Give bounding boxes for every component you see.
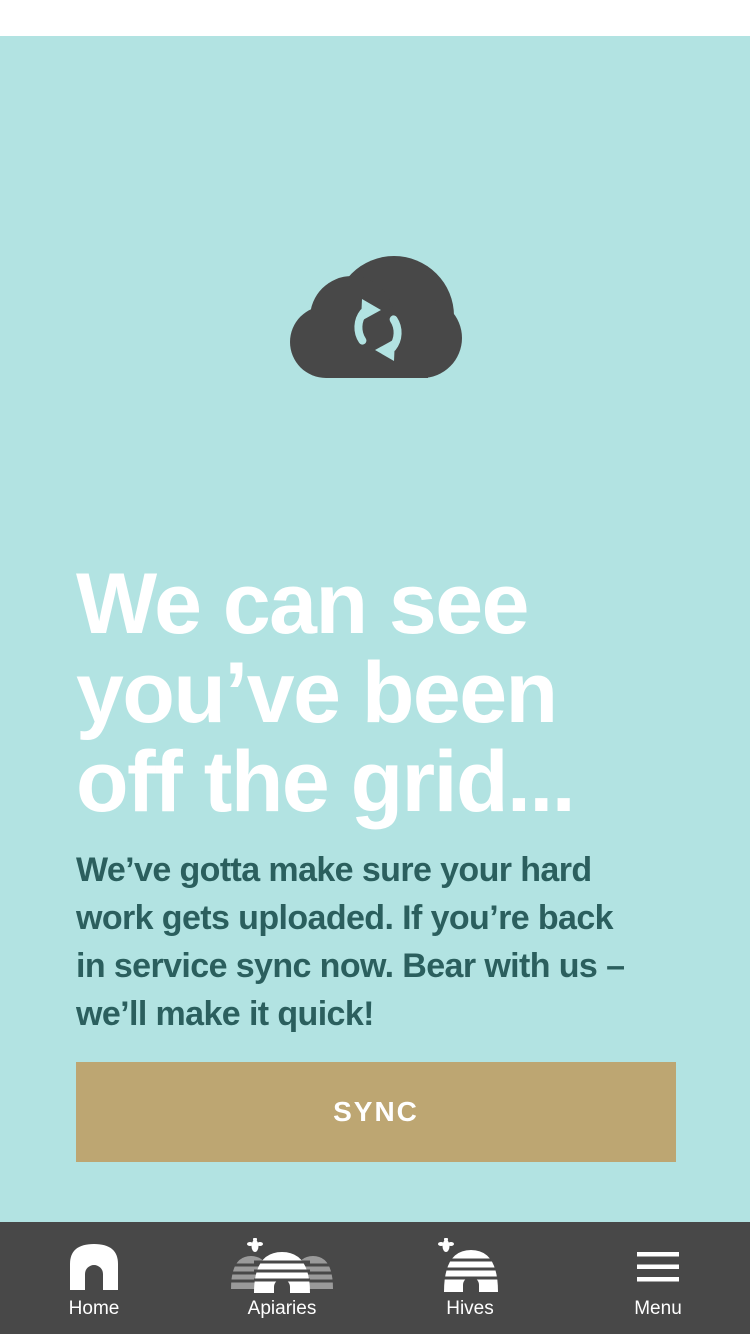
offline-sync-screen: We can see you’ve been off the grid... We’… [0, 36, 750, 1222]
headline-line: off the grid... [76, 734, 576, 830]
sync-button[interactable]: SYNC [76, 1062, 676, 1162]
description-line: in service sync now. Bear with us – [76, 947, 625, 985]
tab-hives[interactable]: Hives [376, 1222, 564, 1334]
headline-line: you’ve been [76, 645, 558, 741]
description-line: we’ll make it quick! [76, 995, 374, 1033]
tab-menu[interactable]: Menu [564, 1222, 750, 1334]
description-line: work gets uploaded. If you’re back [76, 899, 614, 937]
headline-line: We can see [76, 556, 529, 652]
tab-label-home: Home [68, 1298, 120, 1319]
tab-label-menu: Menu [634, 1298, 682, 1319]
home-icon [70, 1244, 118, 1290]
bottom-tab-bar: Home Apiaries Hives Menu [0, 1222, 750, 1334]
hive-icon [438, 1238, 498, 1292]
menu-icon [637, 1252, 679, 1282]
cloud-sync-icon [290, 256, 462, 378]
apiaries-icon [231, 1238, 333, 1293]
description-line: We’ve gotta make sure your hard [76, 851, 592, 889]
sync-description: We’ve gotta make sure your hard work gets… [76, 846, 676, 1038]
tab-label-apiaries: Apiaries [247, 1298, 317, 1319]
sync-button-label: SYNC [333, 1096, 419, 1127]
status-bar [0, 0, 750, 36]
tab-home[interactable]: Home [0, 1222, 188, 1334]
tab-apiaries[interactable]: Apiaries [188, 1222, 376, 1334]
tab-label-hives: Hives [446, 1298, 494, 1319]
offline-headline: We can see you’ve been off the grid... [76, 560, 716, 827]
